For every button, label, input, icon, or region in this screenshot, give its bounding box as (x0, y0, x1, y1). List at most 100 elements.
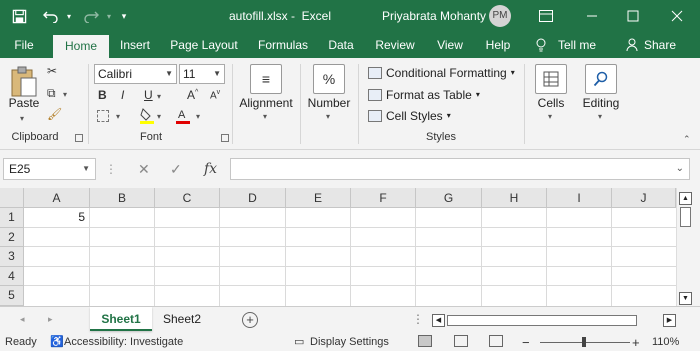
scroll-up-icon[interactable]: ▲ (679, 192, 692, 205)
sheet-tab-sheet1[interactable]: Sheet1 (90, 307, 152, 331)
column-header[interactable]: B (90, 188, 155, 208)
clipboard-launcher-icon[interactable] (75, 134, 83, 142)
paste-dropdown-icon[interactable]: ▾ (20, 114, 24, 123)
zoom-level[interactable]: 110% (652, 334, 679, 351)
customize-qat-icon[interactable]: ▾ (117, 0, 131, 32)
row-header[interactable]: 3 (0, 247, 24, 267)
tab-insert[interactable]: Insert (112, 32, 158, 58)
column-header[interactable]: J (612, 188, 676, 208)
column-header[interactable]: A (24, 188, 90, 208)
underline-dropdown-icon[interactable]: ▾ (157, 92, 161, 101)
column-header[interactable]: C (155, 188, 220, 208)
share-button[interactable]: Share (624, 32, 676, 58)
normal-view-icon[interactable] (418, 335, 432, 347)
borders-dropdown-icon[interactable]: ▾ (116, 112, 120, 121)
user-name[interactable]: Priyabrata Mohanty (382, 0, 486, 32)
zoom-slider-thumb[interactable] (582, 337, 586, 347)
column-header[interactable]: G (416, 188, 482, 208)
font-color-dropdown-icon[interactable]: ▾ (196, 112, 200, 121)
insert-function-icon[interactable]: fx (204, 158, 217, 180)
font-color-icon[interactable]: A (176, 107, 190, 125)
horizontal-scrollbar[interactable]: ◀ ▶ (432, 314, 677, 328)
minimize-icon[interactable] (569, 0, 615, 32)
column-header[interactable]: D (220, 188, 286, 208)
name-box[interactable]: E25 ▼ (3, 158, 96, 180)
tab-tell-me[interactable]: Tell me (534, 32, 602, 58)
prev-sheet-icon[interactable]: ◂ (20, 314, 25, 325)
fill-color-dropdown-icon[interactable]: ▾ (157, 112, 161, 121)
zoom-in-button[interactable]: + (632, 334, 640, 351)
ribbon-display-icon[interactable] (523, 0, 569, 32)
paste-icon[interactable] (10, 64, 38, 100)
underline-button[interactable]: U (144, 88, 153, 102)
accessibility-button[interactable]: ♿Accessibility: Investigate (50, 334, 183, 351)
worksheet-grid[interactable]: A B C D E F G H I J 1 2 3 4 5 5 (0, 188, 676, 306)
page-layout-view-icon[interactable] (454, 335, 468, 347)
cells-button[interactable]: Cells (528, 96, 574, 110)
sheet-tab-sheet2[interactable]: Sheet2 (154, 307, 210, 331)
redo-icon[interactable] (80, 0, 102, 32)
avatar[interactable]: PM (489, 5, 511, 27)
column-header[interactable]: I (547, 188, 612, 208)
editing-dropdown-icon[interactable]: ▾ (598, 112, 602, 121)
cell-a1[interactable]: 5 (24, 208, 89, 227)
decrease-font-button[interactable]: Av (210, 89, 220, 101)
font-size-select[interactable]: 11 ▼ (179, 64, 225, 84)
cut-icon[interactable]: ✂ (47, 64, 57, 78)
select-all-corner[interactable] (0, 188, 24, 208)
paste-button[interactable]: Paste (5, 96, 43, 110)
cells-dropdown-icon[interactable]: ▾ (548, 112, 552, 121)
page-break-view-icon[interactable] (489, 335, 503, 347)
tab-page-layout[interactable]: Page Layout (166, 32, 242, 58)
undo-icon[interactable] (40, 0, 62, 32)
increase-font-button[interactable]: A^ (187, 88, 198, 102)
row-header[interactable]: 5 (0, 286, 24, 306)
redo-dropdown-icon[interactable]: ▾ (103, 0, 115, 32)
next-sheet-icon[interactable]: ▸ (48, 314, 53, 325)
collapse-ribbon-icon[interactable]: ⌃ (683, 134, 691, 145)
display-settings-button[interactable]: ▭ Display Settings (294, 334, 389, 351)
font-launcher-icon[interactable] (221, 134, 229, 142)
row-header[interactable]: 4 (0, 267, 24, 286)
font-name-select[interactable]: Calibri ▼ (94, 64, 177, 84)
close-icon[interactable] (654, 0, 700, 32)
number-button[interactable]: Number (303, 96, 355, 110)
alignment-icon[interactable]: ≡ (250, 64, 282, 94)
column-header[interactable]: F (351, 188, 416, 208)
cells-icon[interactable] (535, 64, 567, 94)
scroll-left-icon[interactable]: ◀ (432, 314, 445, 327)
tab-formulas[interactable]: Formulas (252, 32, 314, 58)
format-painter-icon[interactable]: 🖌 (47, 107, 62, 121)
search-icon[interactable] (585, 64, 617, 94)
cancel-icon[interactable]: ✕ (138, 158, 150, 180)
alignment-button[interactable]: Alignment (237, 96, 295, 110)
row-header[interactable]: 2 (0, 228, 24, 247)
zoom-out-button[interactable]: − (522, 334, 530, 351)
tab-home[interactable]: Home (53, 35, 109, 58)
tab-file[interactable]: File (6, 32, 42, 58)
italic-button[interactable]: I (121, 88, 124, 102)
undo-dropdown-icon[interactable]: ▾ (63, 0, 75, 32)
add-sheet-icon[interactable]: + (242, 312, 258, 328)
editing-button[interactable]: Editing (578, 96, 624, 110)
column-header[interactable]: H (482, 188, 547, 208)
save-icon[interactable] (8, 0, 30, 32)
horizontal-scroll-thumb[interactable] (447, 315, 637, 326)
maximize-icon[interactable] (610, 0, 656, 32)
borders-icon[interactable] (97, 110, 109, 122)
formula-input[interactable]: ⌄ (230, 158, 690, 180)
scroll-right-icon[interactable]: ▶ (663, 314, 676, 327)
expand-formula-icon[interactable]: ⌄ (676, 163, 684, 174)
tab-review[interactable]: Review (370, 32, 420, 58)
row-header[interactable]: 1 (0, 208, 24, 228)
column-header[interactable]: E (286, 188, 351, 208)
enter-icon[interactable]: ✓ (170, 158, 182, 180)
copy-dropdown-icon[interactable]: ▾ (63, 90, 67, 99)
tab-view[interactable]: View (430, 32, 470, 58)
tab-data[interactable]: Data (323, 32, 359, 58)
fill-color-icon[interactable] (140, 107, 154, 125)
vertical-scrollbar[interactable]: ▲ ▼ (676, 188, 694, 308)
number-dropdown-icon[interactable]: ▾ (326, 112, 330, 121)
percent-icon[interactable]: % (313, 64, 345, 94)
format-as-table-button[interactable]: Format as Table ▾ (368, 86, 480, 104)
